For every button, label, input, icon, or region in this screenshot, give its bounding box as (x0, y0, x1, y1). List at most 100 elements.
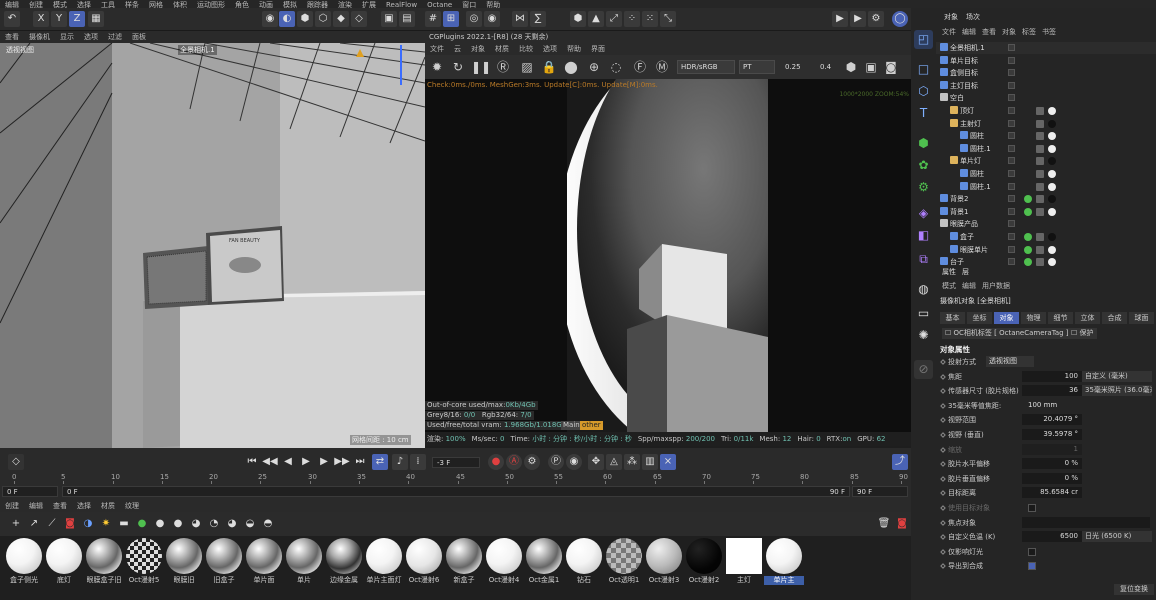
menu-item[interactable]: 查看 (5, 31, 19, 43)
add-icon[interactable]: + (8, 516, 24, 532)
object-row[interactable]: 背景1 (936, 206, 1156, 218)
menu-item[interactable]: 材质 (101, 500, 115, 512)
octane-live-icon[interactable]: ◯ (892, 11, 908, 27)
attribute-row[interactable]: 焦距 100 自定义 (毫米) (936, 370, 1156, 383)
menu-item[interactable]: 文件 (430, 43, 444, 55)
settings-gear-icon[interactable]: ✹ (429, 59, 445, 75)
trash-icon[interactable]: 🗑 (876, 516, 892, 532)
object-row[interactable]: 盒子 (936, 231, 1156, 243)
checkbox[interactable] (1028, 562, 1036, 571)
fcurve-icon[interactable]: ⤴ (892, 454, 908, 470)
expand-icon[interactable]: ⤢ (606, 11, 622, 27)
menu-item[interactable]: 材质 (495, 43, 509, 55)
particle-icon[interactable]: ⁙ (642, 11, 658, 27)
menu-item[interactable]: 云 (454, 43, 461, 55)
timeline-tool-icon[interactable]: ⨯ (660, 454, 676, 470)
visibility-check[interactable] (1008, 233, 1015, 240)
position-key-icon[interactable]: Ⓟ (548, 454, 564, 470)
object-row[interactable]: 圆柱 (936, 168, 1156, 180)
menu-item[interactable]: 选项 (543, 43, 557, 55)
object-row[interactable]: 眼膜产品 (936, 218, 1156, 230)
object-row[interactable]: 单片灯 (936, 155, 1156, 167)
tag-icon[interactable] (1036, 245, 1044, 254)
menu-item[interactable]: 工具 (101, 1, 115, 8)
menu-item[interactable]: 选项 (84, 31, 98, 43)
focus-icon[interactable]: Ⓕ (632, 59, 648, 75)
material-tag-icon[interactable] (1048, 107, 1056, 115)
menu-item[interactable]: RealFlow (386, 1, 417, 8)
z-axis-button[interactable]: Z (69, 11, 85, 27)
tag-icon[interactable] (1036, 170, 1044, 178)
object-row[interactable]: 主射灯 (936, 118, 1156, 130)
menu-item[interactable]: 编辑 (29, 500, 43, 512)
object-row[interactable]: 空白 (936, 92, 1156, 104)
attribute-preset[interactable]: 日光 (6500 K) (1082, 531, 1152, 543)
loop-icon[interactable]: ⇄ (372, 454, 388, 470)
menu-item[interactable]: 查看 (53, 500, 67, 512)
restart-render-icon[interactable]: ↻ (450, 59, 466, 75)
material-swatch[interactable]: 眼膜旧 (164, 538, 204, 586)
object-row[interactable]: 圆柱 (936, 130, 1156, 142)
tag-icon[interactable] (1036, 233, 1044, 241)
attribute-row[interactable]: 胶片垂直偏移 0 % (936, 472, 1156, 485)
material-tag-icon[interactable] (1048, 157, 1056, 166)
attribute-preset[interactable]: 自定义 (毫米) (1082, 370, 1152, 382)
material-swatch[interactable]: 底灯 (44, 538, 84, 586)
attribute-value[interactable]: 100 mm (1028, 400, 1088, 411)
axis-gizmo[interactable] (352, 45, 422, 117)
glossy-ball-icon[interactable]: ● (152, 516, 168, 532)
keyframe-dot-icon[interactable] (940, 461, 946, 468)
effector-icon[interactable]: ⚙ (914, 178, 933, 197)
visibility-check[interactable] (1008, 220, 1015, 228)
menu-item[interactable]: 摄像机 (29, 31, 50, 43)
attribute-row[interactable]: 胶片水平偏移 0 % (936, 458, 1156, 470)
menu-item[interactable]: 层 (962, 267, 969, 277)
deformer-icon[interactable]: ◈ (914, 204, 933, 223)
grid-snap-icon[interactable]: # (425, 11, 441, 27)
camera-snapshot-icon[interactable]: ◙ (883, 59, 899, 75)
keyframe-selection-icon[interactable]: ⚙ (524, 454, 540, 470)
keyframe-dot-icon[interactable] (940, 402, 946, 409)
menu-item[interactable]: 运动图形 (197, 1, 225, 8)
keyframe-diamond-icon[interactable]: ◇ (8, 454, 24, 470)
object-row[interactable]: 圆柱.1 (936, 143, 1156, 155)
points-mode-icon[interactable]: ◉ (262, 11, 278, 27)
keyframe-dot-icon[interactable] (940, 548, 946, 555)
attribute-row[interactable]: 缩放 1 (936, 443, 1156, 456)
green-ball-icon[interactable]: ● (134, 516, 150, 532)
attribute-value[interactable]: 6500 (1022, 531, 1082, 543)
keyframe-dot-icon[interactable] (940, 432, 946, 438)
material-tag-icon[interactable] (1048, 233, 1056, 241)
menu-item[interactable]: 渲染 (338, 1, 352, 8)
record-icon[interactable]: ● (488, 454, 504, 470)
attribute-row[interactable]: 视野 (垂直) 39.5978 ° (936, 429, 1156, 441)
param-key-icon[interactable]: ⁂ (624, 454, 640, 470)
visibility-check[interactable] (1008, 69, 1015, 77)
axis-modify-icon[interactable]: ◉ (484, 11, 500, 27)
menu-item[interactable]: 面板 (132, 31, 146, 43)
pause-icon[interactable]: ❚❚ (471, 59, 491, 75)
field-icon[interactable]: ⧉ (914, 250, 933, 269)
menu-item[interactable]: 帮助 (486, 1, 500, 8)
menu-item[interactable]: 编辑 (962, 280, 976, 292)
render-output[interactable]: Check:0ms./0ms. MeshGen:3ms. Update[C]:0… (425, 79, 911, 432)
scale-key-icon[interactable]: ◬ (606, 454, 622, 470)
keyframe-dot-icon[interactable] (940, 417, 946, 424)
x-axis-button[interactable]: X (33, 11, 49, 27)
attribute-value[interactable]: 0 % (1022, 458, 1082, 470)
light-icon[interactable]: ✷ (98, 516, 114, 532)
menu-item[interactable]: 样条 (125, 1, 139, 8)
attribute-row[interactable]: 传感器尺寸 (胶片规格) 36 35毫米照片 (36.0毫米) (936, 385, 1156, 397)
keyframe-dot-icon[interactable] (940, 534, 946, 541)
tag-icon[interactable] (1036, 107, 1044, 115)
visibility-check[interactable] (1008, 170, 1015, 177)
object-mode-icon[interactable]: ⬢ (297, 11, 313, 27)
octane-red-icon[interactable]: ◙ (894, 516, 910, 532)
attribute-row[interactable]: 焦点对象 (936, 516, 1156, 529)
object-row[interactable]: 背景2 (936, 193, 1156, 205)
material-swatch[interactable]: 单片面 (244, 538, 284, 586)
material-swatch[interactable]: Oct漫射6 (404, 538, 444, 586)
attribute-page-button[interactable]: 对象 (994, 312, 1019, 324)
render-region-icon[interactable]: ▣ (381, 11, 397, 27)
autokey-icon[interactable]: Ⓐ (506, 454, 522, 470)
